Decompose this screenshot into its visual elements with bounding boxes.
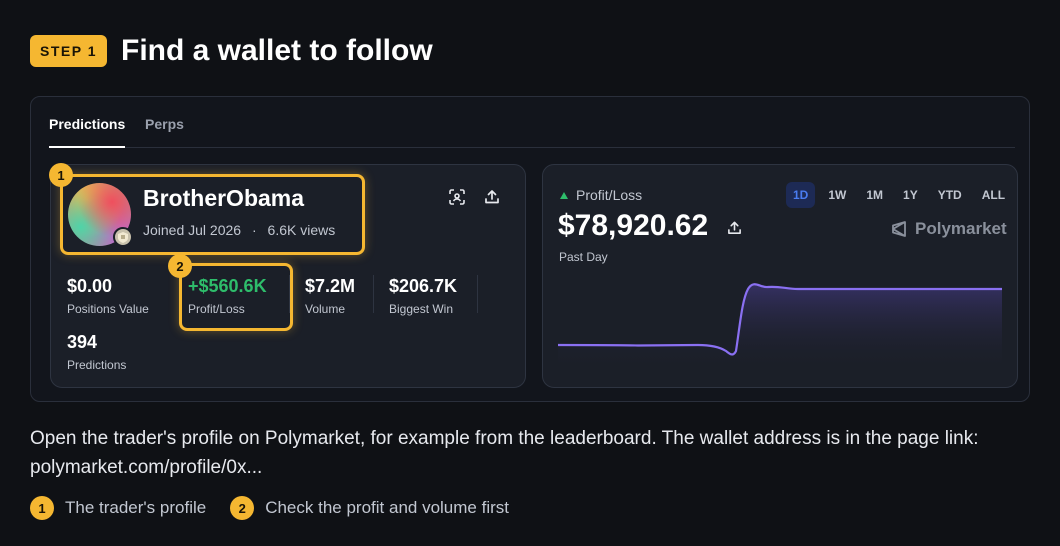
pnl-title: Profit/Loss [560,187,642,203]
range-1m[interactable]: 1M [859,182,890,208]
scan-icon[interactable] [446,186,468,208]
profit-loss-highlight-box [179,263,293,331]
stat-biggest-win: $206.7K Biggest Win [389,276,457,316]
verified-badge-icon [113,227,133,247]
stat-label: Predictions [67,358,127,372]
stat-predictions: 394 Predictions [67,332,126,372]
polymarket-brand: Polymarket [890,219,1007,239]
range-all[interactable]: ALL [975,182,1012,208]
chart-area [558,284,1002,371]
pnl-amount-value: $78,920.62 [558,209,709,242]
stat-label: Biggest Win [389,302,454,316]
joined-date: Joined Jul 2026 [143,222,242,238]
share-icon[interactable] [727,210,742,244]
meta-separator: · [251,222,257,238]
stat-value: $206.7K [389,276,458,296]
stat-volume: $7.2M Volume [305,276,355,316]
callout-badge-2: 2 [168,254,192,278]
legend-badge: 1 [30,496,54,520]
range-1d[interactable]: 1D [786,182,816,208]
stat-divider [477,275,478,313]
step-badge: STEP 1 [30,35,107,67]
profit-loss-card: Profit/Loss $78,920.62 Past Day 1D 1W 1M… [542,164,1018,388]
range-ytd[interactable]: YTD [931,182,969,208]
range-1y[interactable]: 1Y [896,182,925,208]
profile-meta: Joined Jul 2026 · 6.6K views [143,222,335,238]
stat-label: Volume [305,302,346,316]
time-range-selector: 1D 1W 1M 1Y YTD ALL [786,182,1018,208]
legend-item: 1 The trader's profile [30,496,206,520]
legend-text: The trader's profile [65,498,207,517]
range-1w[interactable]: 1W [821,182,853,208]
stat-value: 394 [67,332,98,352]
page-title: Find a wallet to follow [121,34,433,67]
share-icon[interactable] [481,186,503,208]
tab-predictions[interactable]: Predictions [49,115,126,148]
stat-divider [373,275,374,313]
tab-perps[interactable]: Perps [145,115,184,148]
profile-card: 1 BrotherObama Joined Jul 2026 · 6.6K vi… [49,163,526,388]
username: BrotherObama [143,185,305,211]
legend-badge: 2 [230,496,255,520]
callout-badge-1: 1 [49,163,73,187]
pnl-period: Past Day [559,250,608,264]
stat-positions-value: $0.00 Positions Value [67,276,149,316]
pnl-title-text: Profit/Loss [576,187,643,203]
stat-value: $0.00 [67,276,113,296]
legend-text: Check the profit and volume first [265,498,509,517]
callout-legend: 1 The trader's profile 2 Check the profi… [30,496,533,520]
pnl-amount: $78,920.62 [558,209,742,244]
stat-label: Positions Value [67,302,149,316]
profit-loss-chart [558,283,1002,371]
polymarket-logo-icon [892,221,906,237]
legend-item: 2 Check the profit and volume first [230,496,509,520]
stat-value: $7.2M [305,276,356,296]
brand-name: Polymarket [915,219,1007,238]
step-header: STEP 1 Find a wallet to follow [30,34,433,68]
profile-tabs: Predictions Perps [49,115,1015,148]
trend-up-icon [560,191,568,199]
step-description: Open the trader's profile on Polymarket,… [30,428,979,478]
view-count: 6.6K views [267,222,336,238]
profile-screenshot-panel: Predictions Perps 1 BrotherObama Joined … [30,96,1030,402]
